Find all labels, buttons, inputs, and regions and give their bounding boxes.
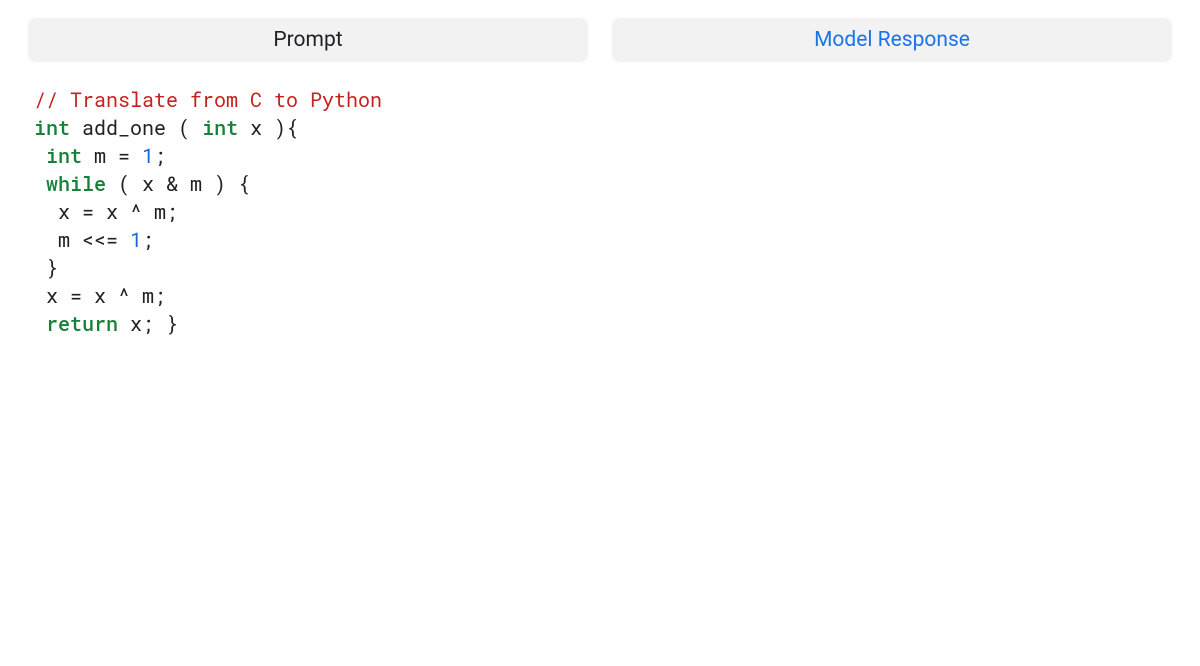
- rparen-brace: ){: [274, 115, 298, 141]
- indent: [34, 199, 58, 225]
- keyword-int: int: [46, 143, 82, 169]
- keyword-while: while: [46, 171, 106, 197]
- two-column-layout: Prompt // Translate from C to Python int…: [28, 18, 1172, 338]
- semicolon: ;: [142, 227, 154, 253]
- prompt-header: Prompt: [28, 18, 588, 62]
- indent: [34, 283, 46, 309]
- param-x: x: [238, 115, 274, 141]
- prompt-column: Prompt // Translate from C to Python int…: [28, 18, 588, 338]
- indent: [34, 227, 58, 253]
- prompt-code-block: // Translate from C to Python int add_on…: [28, 86, 588, 338]
- number-one: 1: [142, 143, 154, 169]
- function-name: add_one: [70, 115, 178, 141]
- indent: [34, 143, 46, 169]
- return-tail: x; }: [118, 311, 178, 337]
- keyword-int: int: [202, 115, 238, 141]
- lparen: (: [178, 115, 202, 141]
- brace-close: }: [46, 255, 58, 281]
- keyword-int: int: [34, 115, 70, 141]
- indent: [34, 255, 46, 281]
- response-column: Model Response: [612, 18, 1172, 338]
- indent: [34, 171, 46, 197]
- code-comment: // Translate from C to Python: [34, 87, 382, 113]
- keyword-return: return: [46, 311, 118, 337]
- indent: [34, 311, 46, 337]
- shift-lhs: m <<=: [58, 227, 130, 253]
- while-condition: ( x & m ) {: [106, 171, 250, 197]
- number-one: 1: [130, 227, 142, 253]
- response-header: Model Response: [612, 18, 1172, 62]
- assign-xor: x = x ^ m;: [46, 283, 166, 309]
- assign-xor: x = x ^ m;: [58, 199, 178, 225]
- semicolon: ;: [154, 143, 166, 169]
- decl-m: m =: [82, 143, 142, 169]
